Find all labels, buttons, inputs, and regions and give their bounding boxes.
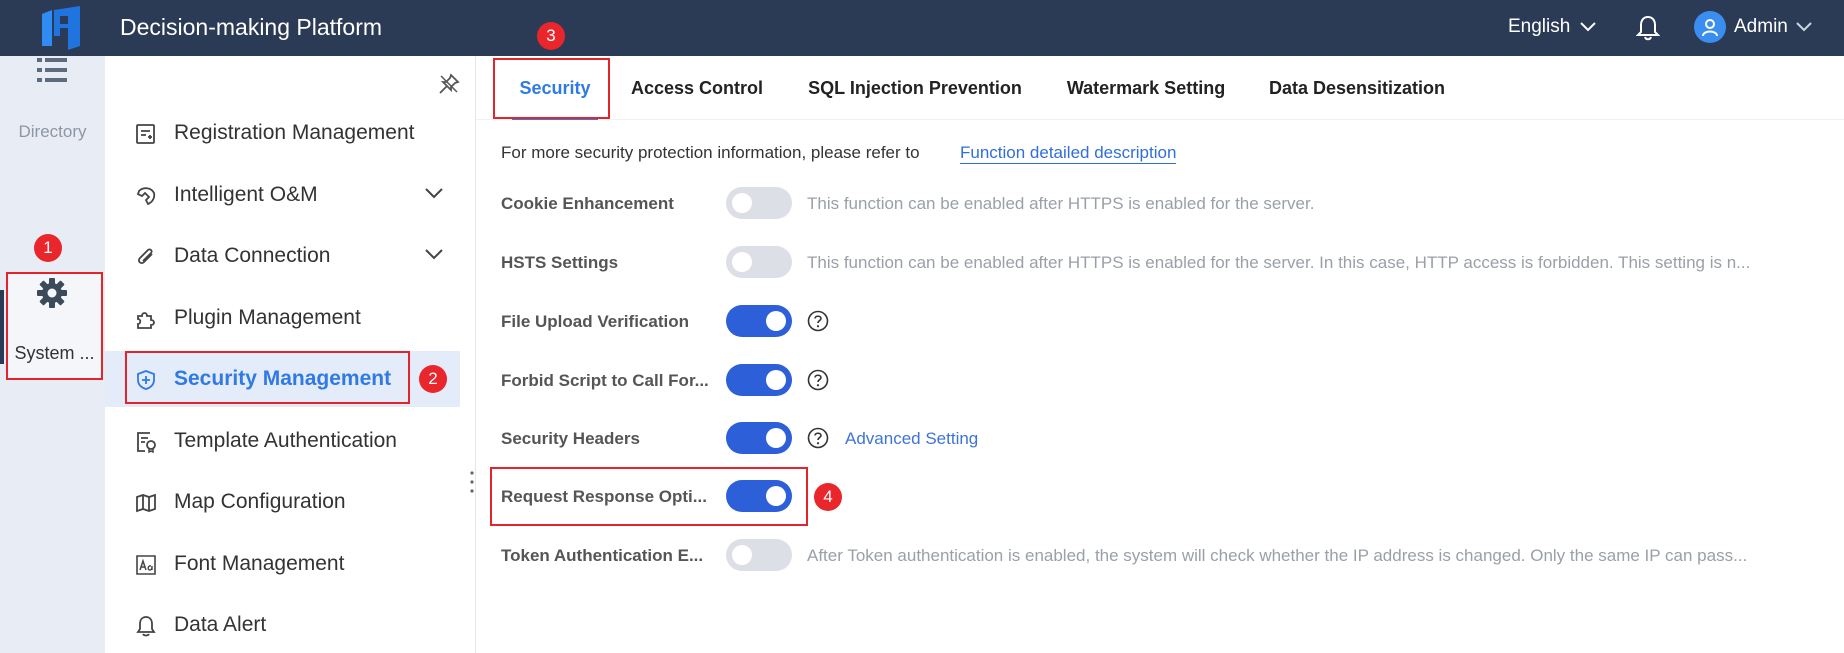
toggle-file-upload-verification[interactable] [726,305,792,337]
annotation-badge-1: 1 [34,234,62,262]
toggle-knob [732,193,752,213]
shield-icon [137,370,155,390]
setting-label-cookie-enhancement: Cookie Enhancement [501,194,674,213]
app-title: Decision-making Platform [120,14,383,40]
language-label: English [1508,16,1571,37]
sidebar-item-label: Data Alert [174,613,267,636]
toggle-hsts[interactable] [726,246,792,278]
setting-description: This function can be enabled after HTTPS… [807,194,1315,213]
font-icon [136,555,156,575]
security-intro-text: For more security protection information… [501,143,920,162]
chevron-down-icon [1796,22,1812,32]
sidebar-item-label: Template Authentication [174,429,397,452]
sidebar-item-data-connection[interactable]: Data Connection [105,228,460,284]
language-selector[interactable]: English [1508,16,1597,38]
rail-directory-label: Directory [18,122,87,141]
tab-sql-injection-prevention[interactable]: SQL Injection Prevention [790,56,1040,120]
toggle-request-response[interactable] [726,480,792,512]
annotation-badge-3: 3 [537,22,565,50]
toggle-knob [766,370,786,390]
annotation-badge-4: 4 [814,483,842,511]
sidebar-item-data-alert[interactable]: Data Alert [105,597,460,653]
rail-system-label: System ... [14,343,95,363]
advanced-setting-link[interactable]: Advanced Setting [845,429,978,449]
toggle-cookie-enhancement[interactable] [726,187,792,219]
sidebar-item-label: Map Configuration [174,490,346,513]
registration-icon [136,124,155,144]
setting-description: After Token authentication is enabled, t… [807,546,1748,565]
gear-icon [37,278,67,308]
sidebar-item-security-management[interactable]: Security Management [105,351,460,407]
setting-label-security-headers: Security Headers [501,429,640,448]
toggle-knob [766,428,786,448]
chevron-down-icon [425,249,443,260]
sidebar-item-label: Intelligent O&M [174,183,318,206]
sidebar-item-registration-management[interactable]: Registration Management [105,105,460,161]
toggle-token-authentication[interactable] [726,539,792,571]
toggle-knob [766,311,786,331]
annotation-badge-2: 2 [419,365,447,393]
setting-label-token-authentication: Token Authentication E... [501,546,704,565]
sidebar-item-label: Security Management [174,367,392,390]
user-menu[interactable]: Admin [1694,11,1812,43]
sidebar-item-plugin-management[interactable]: Plugin Management [105,290,460,346]
platform-logo[interactable] [38,6,84,50]
map-icon [136,493,156,513]
bell-icon [136,616,156,637]
toggle-forbid-script[interactable] [726,364,792,396]
list-icon [37,58,67,82]
help-icon[interactable] [807,310,829,332]
template-auth-icon [137,432,156,453]
tab-access-control[interactable]: Access Control [616,56,778,120]
sidebar-item-label: Font Management [174,552,345,575]
sidebar-item-intelligent-om[interactable]: Intelligent O&M [105,167,460,223]
chevron-down-icon [1580,22,1597,32]
setting-description: This function can be enabled after HTTPS… [807,253,1751,272]
setting-label-hsts: HSTS Settings [501,253,619,272]
om-icon [136,187,156,206]
tab-watermark-setting[interactable]: Watermark Setting [1054,56,1238,120]
sidebar-item-label: Data Connection [174,244,331,267]
tab-data-desensitization[interactable]: Data Desensitization [1260,56,1454,120]
setting-label-request-response: Request Response Opti... [501,487,707,506]
sidebar-item-label: Registration Management [174,121,415,144]
sidebar-item-font-management[interactable]: Font Management [105,536,460,592]
toggle-knob [732,545,752,565]
notification-bell-icon[interactable] [1635,15,1661,41]
sidebar-item-map-configuration[interactable]: Map Configuration [105,474,460,530]
toggle-knob [766,486,786,506]
user-name: Admin [1734,16,1788,37]
rail-active-indicator [0,290,4,364]
setting-label-file-upload-verification: File Upload Verification [501,312,689,331]
pin-icon[interactable] [438,73,460,95]
help-icon[interactable] [807,427,829,449]
user-icon [1702,19,1718,37]
data-connection-icon [138,248,153,264]
tab-security[interactable]: Security [494,56,616,120]
setting-label-forbid-script: Forbid Script to Call For... [501,371,709,390]
help-icon[interactable] [807,369,829,391]
sidebar-item-template-authentication[interactable]: Template Authentication [105,413,460,469]
chevron-down-icon [425,188,443,199]
function-description-link[interactable]: Function detailed description [960,143,1177,164]
sidebar-item-label: Plugin Management [174,306,361,329]
toggle-security-headers[interactable] [726,422,792,454]
plugin-icon [137,312,155,329]
avatar [1694,11,1726,43]
toggle-knob [732,252,752,272]
